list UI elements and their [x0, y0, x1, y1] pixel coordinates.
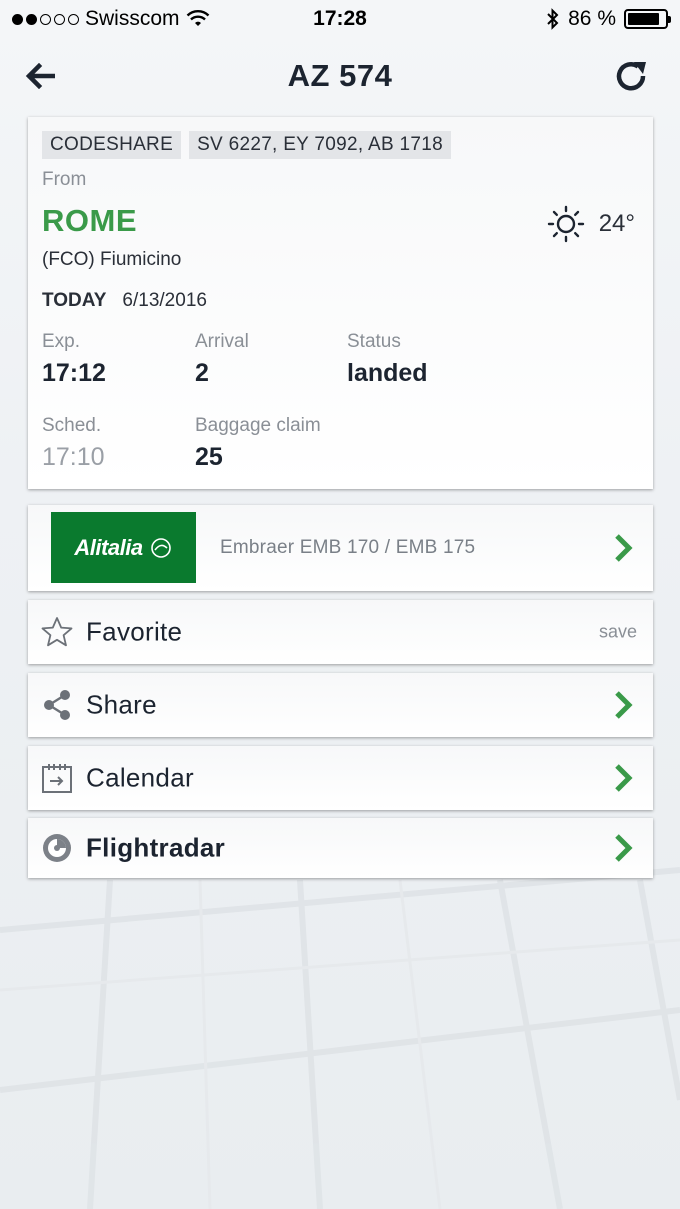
airline-emblem-icon — [150, 537, 171, 558]
arrow-left-icon — [25, 63, 55, 89]
carrier-name: Swisscom — [85, 7, 180, 30]
save-button[interactable]: save — [599, 622, 637, 643]
airline-logo-text: Alitalia — [74, 534, 143, 560]
status-bar-left: Swisscom — [12, 7, 210, 31]
arrival-field: Arrival 2 — [195, 331, 249, 388]
chevron-right-icon — [615, 534, 633, 562]
chevron-right-icon — [615, 764, 633, 792]
sun-icon — [547, 205, 584, 243]
scheduled-field: Sched. 17:10 — [42, 415, 105, 472]
status-bar-right: 86 % — [546, 7, 671, 31]
flightradar-label: Flightradar — [86, 832, 226, 863]
aircraft-row[interactable]: Alitalia Embraer EMB 170 / EMB 175 — [28, 505, 653, 591]
signal-dot — [40, 13, 51, 25]
share-label: Share — [86, 689, 157, 720]
signal-dot — [12, 13, 23, 25]
scheduled-label: Sched. — [42, 415, 102, 436]
flight-info-card: CODESHARE SV 6227, EY 7092, AB 1718 From… — [28, 117, 653, 489]
status-field: Status landed — [347, 331, 428, 388]
origin-airport: (FCO) Fiumicino — [42, 249, 182, 270]
signal-strength — [12, 13, 79, 25]
arrival-label: Arrival — [195, 331, 249, 352]
scheduled-time: 17:10 — [42, 443, 105, 471]
share-icon — [40, 688, 74, 722]
status-bar: Swisscom 17:28 86 % — [0, 0, 680, 38]
calendar-row[interactable]: Calendar — [28, 746, 653, 810]
origin-city: ROME — [42, 203, 137, 238]
status-value: landed — [347, 359, 428, 387]
status-label: Status — [347, 331, 401, 352]
favorite-row[interactable]: Favorite save — [28, 600, 653, 664]
codeshare-label: CODESHARE — [42, 131, 182, 159]
refresh-icon — [616, 62, 646, 91]
arrival-terminal: 2 — [195, 359, 209, 387]
expected-field: Exp. 17:12 — [42, 331, 106, 388]
star-icon — [40, 615, 74, 649]
battery-icon — [624, 9, 671, 29]
bluetooth-icon — [547, 8, 559, 30]
weather: 24° — [547, 205, 635, 243]
signal-dot — [68, 13, 79, 25]
share-row[interactable]: Share — [28, 673, 653, 737]
calendar-icon — [40, 761, 74, 795]
battery-level — [628, 13, 659, 25]
navigation-bar: AZ 574 — [0, 40, 680, 112]
expected-label: Exp. — [42, 331, 81, 352]
flightradar-row[interactable]: Flightradar — [28, 818, 653, 878]
chevron-right-icon — [615, 691, 633, 719]
wifi-icon — [186, 10, 209, 26]
back-button[interactable] — [20, 56, 60, 96]
refresh-button[interactable] — [612, 56, 652, 96]
baggage-field: Baggage claim 25 — [195, 415, 321, 472]
baggage-value: 25 — [195, 443, 223, 471]
date-row: TODAY 6/13/2016 — [42, 290, 207, 312]
signal-dot — [26, 13, 37, 25]
from-label: From — [42, 169, 87, 190]
temperature: 24° — [598, 210, 635, 237]
chevron-right-icon — [615, 834, 633, 862]
baggage-label: Baggage claim — [195, 415, 321, 436]
page-title: AZ 574 — [287, 58, 393, 93]
airline-logo: Alitalia — [51, 512, 196, 583]
calendar-label: Calendar — [86, 762, 194, 793]
flight-date: 6/13/2016 — [122, 290, 207, 311]
day-label: TODAY — [42, 290, 107, 311]
favorite-label: Favorite — [86, 616, 183, 647]
codeshare-row: CODESHARE SV 6227, EY 7092, AB 1718 — [42, 131, 451, 159]
signal-dot — [54, 13, 65, 25]
codeshare-flights: SV 6227, EY 7092, AB 1718 — [189, 131, 451, 159]
battery-percent: 86 % — [568, 7, 616, 30]
radar-icon — [40, 831, 74, 865]
aircraft-type: Embraer EMB 170 / EMB 175 — [220, 537, 476, 558]
expected-time: 17:12 — [42, 359, 106, 387]
